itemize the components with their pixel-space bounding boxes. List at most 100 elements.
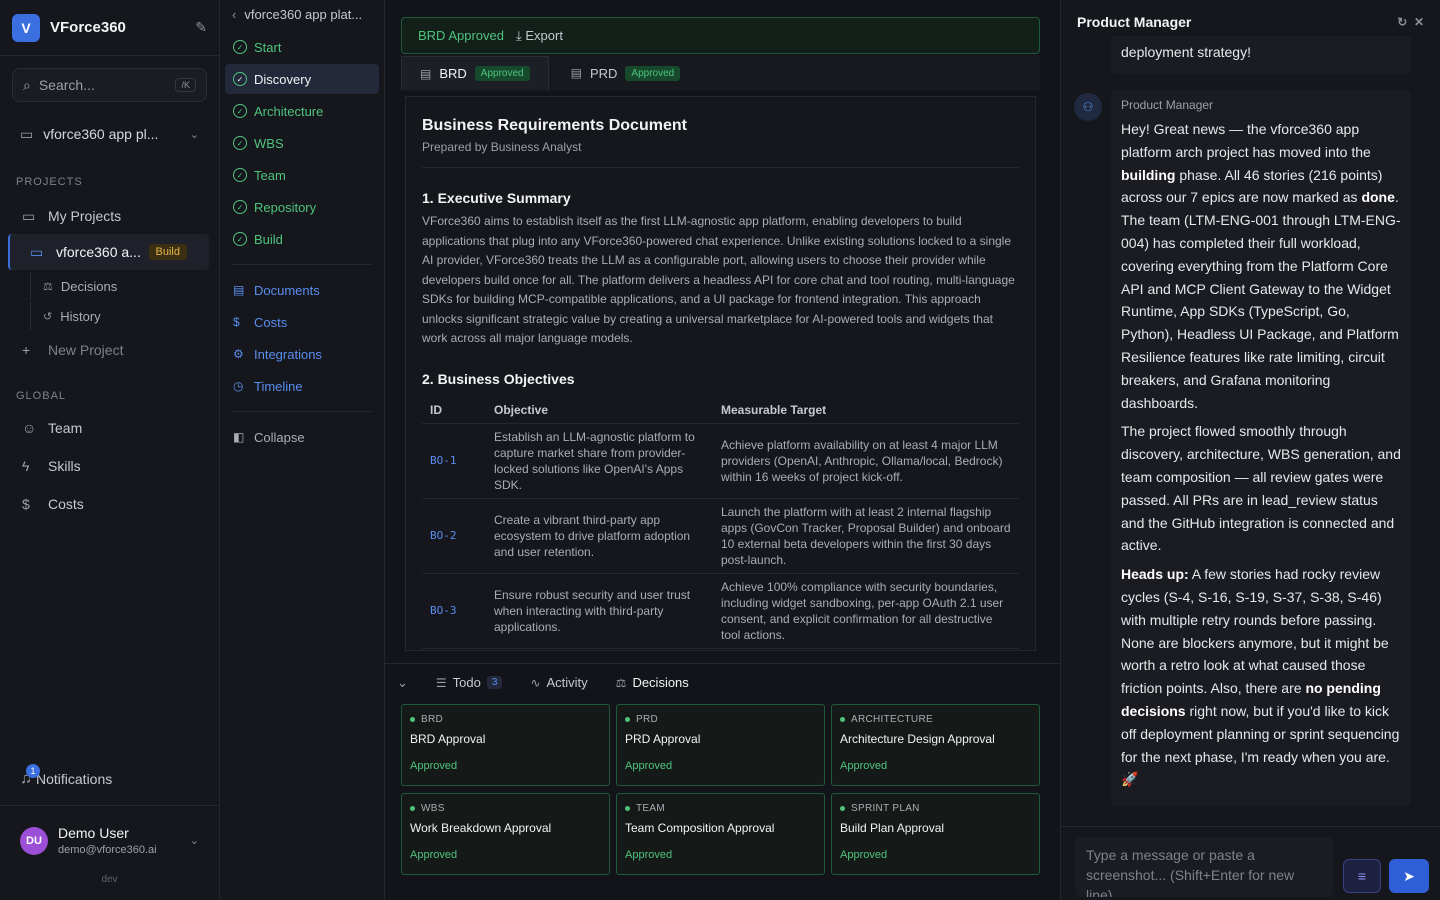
phase-label: Architecture [254,103,324,119]
attach-button[interactable]: ≡ [1343,859,1381,893]
send-button[interactable]: ➤ [1389,859,1429,893]
card-title: Work Breakdown Approval [410,821,552,835]
logo: V [12,13,40,42]
download-icon: ⤓ [516,27,522,43]
section-heading: 1. Executive Summary [422,190,571,206]
tab-decisions[interactable]: ⚖ Decisions [616,675,689,690]
back-button[interactable]: ‹ vforce360 app plat... [220,0,384,28]
phase-wbs[interactable]: ✓ WBS [225,128,379,158]
folder-icon: ▭ [22,207,36,224]
search-placeholder: Search... [38,77,95,93]
tab-label: BRD [439,66,467,81]
sidebar: V VForce360 ✎ ⌕ Search... /K ▭ vforce360… [0,0,220,900]
section-costs[interactable]: $ Costs [225,307,379,337]
decision-card[interactable]: TEAM Team Composition Approval Approved [616,793,825,875]
section-timeline[interactable]: ◷ Timeline [225,371,379,401]
card-category: BRD [410,714,601,725]
notification-count: 1 [26,764,40,778]
table-row: BO-1 Establish an LLM-agnostic platform … [422,423,1019,499]
decision-card[interactable]: WBS Work Breakdown Approval Approved [401,793,610,875]
new-project-button[interactable]: + New Project [0,332,219,368]
collapse-panel-button[interactable]: ⌄ [397,675,408,691]
decision-card[interactable]: PRD PRD Approval Approved [616,704,825,786]
objectives-table: ID Objective Measurable Target BO-1 Esta… [422,396,1019,649]
sidebar-item-my-projects[interactable]: ▭ My Projects [0,198,219,234]
phase-discovery[interactable]: ✓ Discovery [225,64,379,94]
section-documents[interactable]: ▤ Documents [225,275,379,305]
card-category: SPRINT PLAN [840,803,1031,814]
project-select[interactable]: ▭ vforce360 app pl... ⌄ [12,114,207,154]
decision-card[interactable]: SPRINT PLAN Build Plan Approval Approved [831,793,1040,875]
check-circle-icon: ✓ [233,168,247,182]
status-dot [840,717,845,722]
list-icon: ☰ [435,675,447,690]
user-name: Demo User [58,825,129,841]
check-circle-icon: ✓ [233,200,247,214]
main-content: BRD Approved ⤓ Export ▤ BRD Approved ▤ P… [385,0,1060,900]
tab-label: Todo [452,675,481,690]
phase-architecture[interactable]: ✓ Architecture [225,96,379,126]
clock-icon: ◷ [233,379,244,393]
tab-prd[interactable]: ▤ PRD Approved [553,56,699,90]
message-text: . The team (LTM-ENG-001 through LTM-ENG-… [1121,189,1401,411]
collapse-button[interactable]: ◧ Collapse [225,422,379,452]
sidebar-item-decisions[interactable]: ⚖ Decisions [30,272,219,300]
message-bold: done [1361,189,1395,206]
table-header-row: ID Objective Measurable Target [422,396,1019,424]
tab-todo[interactable]: ☰ Todo 3 [436,675,503,690]
brand-header: V VForce360 ✎ [0,0,219,56]
sidebar-item-current-project[interactable]: ▭ vforce360 a... Build [8,234,209,270]
sidebar-item-team[interactable]: ☺ Team [0,410,219,446]
sidebar-item-label: My Projects [48,208,122,224]
card-status: Approved [840,760,888,772]
sidebar-item-skills[interactable]: ϟ Skills [0,448,219,484]
tab-label: PRD [589,65,618,81]
doc-title: Business Requirements Document [422,117,687,134]
refresh-icon[interactable]: ↻ [1397,15,1407,29]
doc-subtitle: Prepared by Business Analyst [422,140,1019,168]
phase-build[interactable]: ✓ Build [225,224,379,254]
pin-icon[interactable]: ✎ [195,19,207,36]
chevron-down-icon: ⌄ [189,835,199,847]
phase-start[interactable]: ✓ Start [225,32,379,62]
card-category: PRD [625,714,816,725]
row-objective: Create a vibrant third-party app ecosyst… [486,498,713,574]
bell-icon: ♫ 1 [20,764,40,788]
message-paragraph: The project flowed smoothly through disc… [1121,423,1401,554]
decision-card[interactable]: ARCHITECTURE Architecture Design Approval… [831,704,1040,786]
status-dot [625,717,630,722]
message-bold: Heads up: [1121,566,1189,583]
user-menu[interactable]: DU Demo User demo@vforce360.ai ⌄ [0,805,219,875]
previous-message: deployment strategy! [1111,36,1411,74]
divider [232,264,372,265]
sidebar-item-label: Decisions [60,278,118,294]
plus-icon: + [22,342,31,358]
sidebar-item-history[interactable]: ↺ History [30,302,219,330]
env-label: dev [101,874,118,885]
export-button[interactable]: ⤓ Export [516,28,563,44]
notifications-button[interactable]: ♫ 1 Notifications [20,764,112,788]
card-category: TEAM [625,803,816,814]
dollar-icon: $ [22,496,30,512]
sidebar-item-label: Costs [48,496,84,512]
brand-name: VForce360 [50,19,126,36]
sidebar-item-costs[interactable]: $ Costs [0,486,219,522]
divider [232,411,372,412]
message-input[interactable]: Type a message or paste a screenshot... … [1075,837,1333,897]
check-circle-icon: ✓ [233,104,247,118]
message-paragraph: Hey! Great news — the vforce360 app plat… [1121,118,1401,414]
list-icon: ≡ [1357,868,1367,884]
decision-cards: BRD BRD Approval Approved PRD PRD Approval A… [401,704,1040,875]
tab-activity[interactable]: ∿ Activity [530,675,587,690]
phase-repository[interactable]: ✓ Repository [225,192,379,222]
decision-card[interactable]: BRD BRD Approval Approved [401,704,610,786]
message-text: Hey! Great news — the vforce360 app plat… [1121,121,1371,160]
phase-team[interactable]: ✓ Team [225,160,379,190]
status-dot [410,717,415,722]
search-input[interactable]: ⌕ Search... /K [12,68,207,102]
phase-label: Repository [254,199,317,215]
section-integrations[interactable]: ⚙ Integrations [225,339,379,369]
tab-brd[interactable]: ▤ BRD Approved [401,56,549,90]
close-icon[interactable]: ✕ [1414,15,1424,29]
projects-label: PROJECTS [16,176,83,188]
